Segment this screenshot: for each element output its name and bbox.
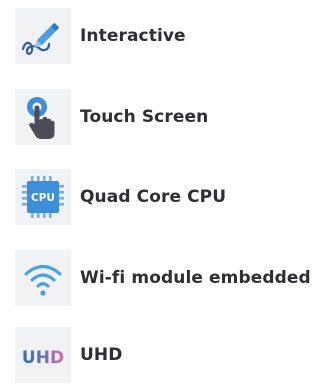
feature-quad-core-cpu: CPU Quad Core CPU bbox=[15, 168, 311, 226]
uhd-icon-text: UHD bbox=[22, 348, 64, 368]
cpu-icon-text: CPU bbox=[31, 192, 55, 204]
cpu-chip-icon: CPU bbox=[15, 169, 71, 225]
wifi-icon bbox=[15, 250, 71, 306]
touch-hand-icon bbox=[15, 89, 71, 145]
feature-touch-screen: Touch Screen bbox=[15, 88, 311, 146]
feature-interactive: Interactive bbox=[15, 7, 311, 65]
feature-label: Interactive bbox=[80, 26, 186, 46]
feature-wifi-module: Wi-fi module embedded bbox=[15, 249, 311, 307]
feature-label: Wi-fi module embedded bbox=[80, 268, 311, 288]
feature-label: Quad Core CPU bbox=[80, 187, 227, 207]
feature-label: Touch Screen bbox=[80, 107, 209, 127]
uhd-icon: UHD bbox=[15, 327, 71, 383]
pen-icon bbox=[15, 8, 71, 64]
feature-label: UHD bbox=[80, 345, 123, 365]
feature-uhd: UHD UHD bbox=[15, 326, 311, 384]
